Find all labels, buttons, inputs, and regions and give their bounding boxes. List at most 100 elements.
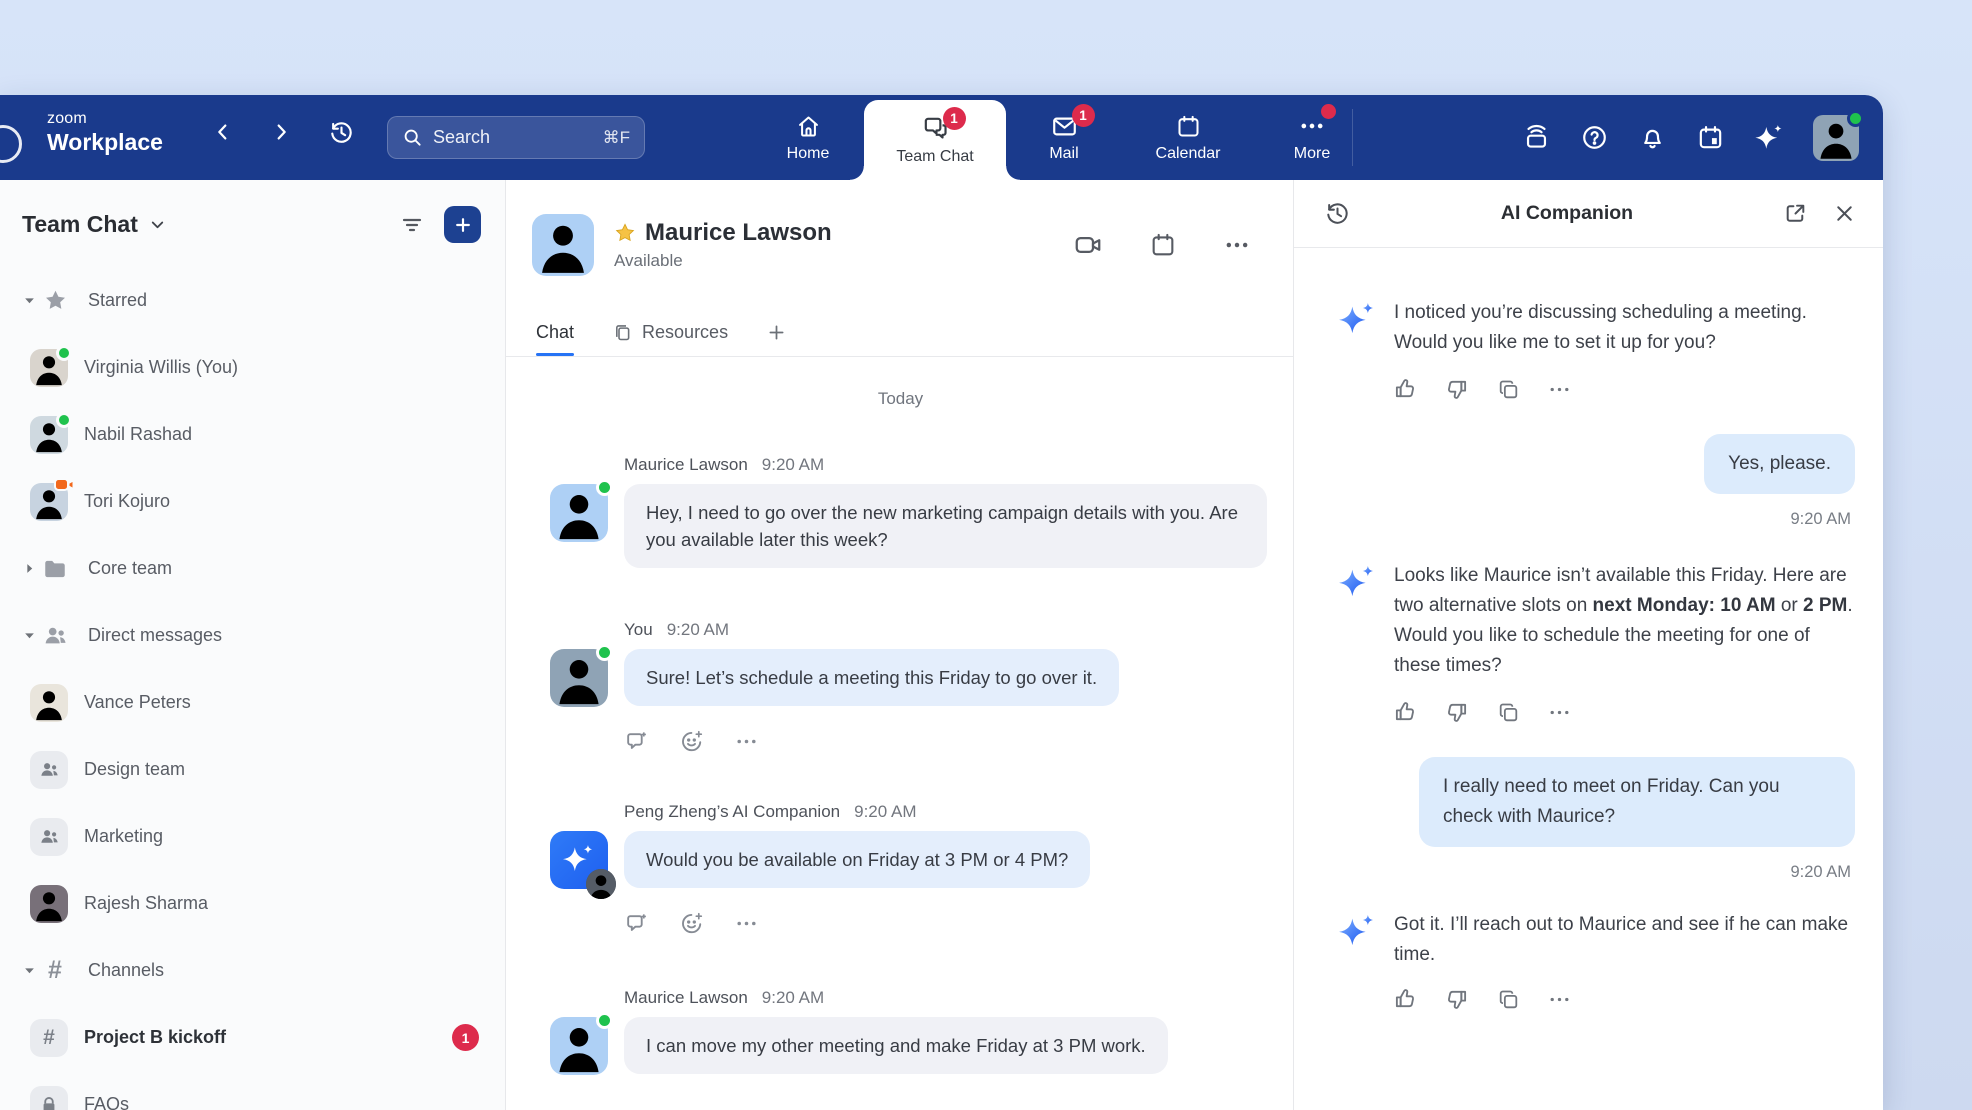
sidebar-section-channels[interactable]: # Channels bbox=[0, 937, 505, 1004]
thumbs-up-icon[interactable] bbox=[1392, 376, 1418, 402]
message-bubble[interactable]: Hey, I need to go over the new marketing… bbox=[624, 484, 1267, 568]
close-icon[interactable] bbox=[1832, 201, 1857, 226]
text-segment-bold: 2 PM bbox=[1803, 595, 1847, 616]
sidebar-section-direct-messages[interactable]: Direct messages bbox=[0, 602, 505, 669]
sidebar-section-starred[interactable]: Starred bbox=[0, 267, 505, 334]
filter-icon[interactable] bbox=[400, 213, 424, 237]
sidebar-item-project-b-kickoff[interactable]: # Project B kickoff 1 bbox=[0, 1004, 505, 1071]
chat-header: Maurice Lawson Available bbox=[506, 180, 1293, 310]
date-divider: Today bbox=[534, 389, 1267, 409]
emoji-add-icon[interactable] bbox=[679, 729, 704, 754]
avatar bbox=[550, 484, 608, 542]
folder-icon bbox=[36, 556, 74, 582]
chat-contact-name: Maurice Lawson bbox=[645, 219, 832, 247]
favorite-star-icon[interactable] bbox=[614, 222, 636, 244]
history-icon[interactable] bbox=[1324, 200, 1351, 227]
calendar-date-icon[interactable] bbox=[1696, 123, 1725, 152]
sidebar-item-label: Marketing bbox=[84, 826, 163, 847]
chevron-down-icon[interactable] bbox=[148, 215, 167, 234]
comment-add-icon[interactable] bbox=[624, 911, 649, 936]
sidebar-item-design-team[interactable]: Design team bbox=[0, 736, 505, 803]
sidebar-item-nabil-rashad[interactable]: Nabil Rashad bbox=[0, 401, 505, 468]
message-time: 9:20 AM bbox=[667, 620, 729, 639]
team-chat-sidebar: Team Chat Starred bbox=[0, 180, 506, 1110]
sidebar-item-label: Virginia Willis (You) bbox=[84, 357, 238, 378]
sidebar-item-label: Direct messages bbox=[88, 625, 222, 646]
more-icon[interactable] bbox=[1547, 376, 1572, 402]
thumbs-down-icon[interactable] bbox=[1444, 986, 1470, 1012]
sidebar-title[interactable]: Team Chat bbox=[22, 211, 138, 238]
video-call-icon[interactable] bbox=[1073, 230, 1103, 260]
sidebar-item-tori-kojuro[interactable]: Tori Kojuro bbox=[0, 468, 505, 535]
logo-line-workplace: Workplace bbox=[47, 130, 163, 154]
presence-online bbox=[596, 479, 613, 496]
message-group: Maurice Lawson9:20 AM I can move my othe… bbox=[534, 988, 1267, 1075]
tab-mail[interactable]: 1 Mail bbox=[1006, 95, 1122, 180]
caret-down-icon[interactable] bbox=[22, 629, 36, 642]
copy-icon[interactable] bbox=[1496, 376, 1521, 402]
ai-user-bubble[interactable]: I really need to meet on Friday. Can you… bbox=[1419, 757, 1855, 847]
sidebar-item-faqs[interactable]: FAQs bbox=[0, 1071, 505, 1110]
ai-companion-icon[interactable] bbox=[1754, 123, 1784, 153]
rooms-controller-icon[interactable] bbox=[1522, 123, 1551, 152]
message-list[interactable]: Today Maurice Lawson9:20 AM Hey, I need … bbox=[506, 357, 1293, 1110]
ai-sparkle-icon bbox=[1338, 913, 1376, 951]
sidebar-item-label: Channels bbox=[88, 960, 164, 981]
message-author-row: You9:20 AM bbox=[624, 620, 1267, 640]
copy-icon[interactable] bbox=[1496, 986, 1521, 1012]
caret-right-icon[interactable] bbox=[22, 562, 36, 575]
ai-message-list[interactable]: I noticed you’re discussing scheduling a… bbox=[1294, 248, 1883, 1110]
thumbs-down-icon[interactable] bbox=[1444, 699, 1470, 725]
message-actions bbox=[624, 911, 1267, 936]
caret-down-icon[interactable] bbox=[22, 294, 36, 307]
hash-icon: # bbox=[30, 1019, 68, 1057]
notifications-icon[interactable] bbox=[1638, 123, 1667, 152]
ai-message-text: I noticed you’re discussing scheduling a… bbox=[1394, 298, 1857, 358]
more-icon[interactable] bbox=[734, 729, 759, 754]
mail-badge: 1 bbox=[1072, 104, 1095, 127]
more-icon[interactable] bbox=[1223, 231, 1251, 259]
search-input[interactable]: Search ⌘F bbox=[387, 116, 645, 159]
more-icon[interactable] bbox=[1547, 699, 1572, 725]
ai-user-bubble[interactable]: Yes, please. bbox=[1704, 434, 1855, 494]
sidebar-item-virginia-willis[interactable]: Virginia Willis (You) bbox=[0, 334, 505, 401]
more-icon[interactable] bbox=[1547, 986, 1572, 1012]
message-bubble[interactable]: I can move my other meeting and make Fri… bbox=[624, 1017, 1168, 1074]
user-avatar[interactable] bbox=[1813, 115, 1859, 161]
tab-team-chat[interactable]: 1 Team Chat bbox=[864, 100, 1006, 180]
schedule-meeting-icon[interactable] bbox=[1149, 231, 1177, 259]
more-alert-dot bbox=[1321, 104, 1336, 119]
tab-chat[interactable]: Chat bbox=[536, 322, 574, 356]
text-segment-bold: next Monday: 10 AM bbox=[1593, 595, 1776, 616]
copy-icon[interactable] bbox=[1496, 699, 1521, 725]
sidebar-item-marketing[interactable]: Marketing bbox=[0, 803, 505, 870]
more-icon[interactable] bbox=[734, 911, 759, 936]
help-icon[interactable] bbox=[1580, 123, 1609, 152]
tab-resources[interactable]: Resources bbox=[612, 322, 728, 356]
chat-contact-status: Available bbox=[614, 251, 832, 271]
topbar-divider bbox=[1352, 109, 1353, 166]
calendar-icon bbox=[1175, 113, 1202, 140]
add-tab-button[interactable] bbox=[766, 322, 787, 356]
history-icon[interactable] bbox=[328, 119, 355, 146]
emoji-add-icon[interactable] bbox=[679, 911, 704, 936]
sidebar-item-vance-peters[interactable]: Vance Peters bbox=[0, 669, 505, 736]
sidebar-item-label: Tori Kojuro bbox=[84, 491, 170, 512]
thumbs-down-icon[interactable] bbox=[1444, 376, 1470, 402]
thumbs-up-icon[interactable] bbox=[1392, 986, 1418, 1012]
nav-back-button[interactable] bbox=[212, 121, 234, 143]
tab-home[interactable]: Home bbox=[752, 95, 864, 180]
tab-more-label: More bbox=[1294, 145, 1330, 163]
comment-add-icon[interactable] bbox=[624, 729, 649, 754]
add-chat-button[interactable] bbox=[444, 206, 481, 243]
chat-contact-avatar[interactable] bbox=[532, 214, 594, 276]
tab-calendar[interactable]: Calendar bbox=[1122, 95, 1254, 180]
caret-down-icon[interactable] bbox=[22, 964, 36, 977]
sidebar-section-core-team[interactable]: Core team bbox=[0, 535, 505, 602]
message-bubble[interactable]: Sure! Let’s schedule a meeting this Frid… bbox=[624, 649, 1119, 706]
thumbs-up-icon[interactable] bbox=[1392, 699, 1418, 725]
message-bubble[interactable]: Would you be available on Friday at 3 PM… bbox=[624, 831, 1090, 888]
nav-forward-button[interactable] bbox=[270, 121, 292, 143]
sidebar-item-rajesh-sharma[interactable]: Rajesh Sharma bbox=[0, 870, 505, 937]
open-in-new-icon[interactable] bbox=[1783, 201, 1808, 226]
